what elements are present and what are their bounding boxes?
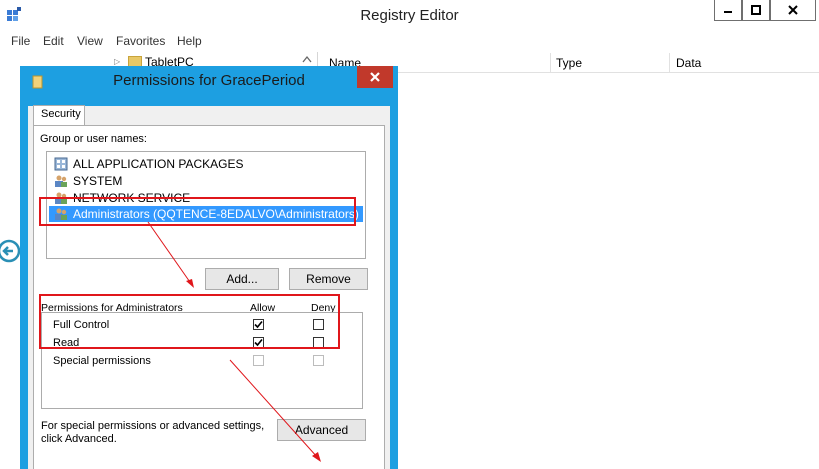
annotation-arrow	[229, 359, 319, 459]
annotation-arrow	[147, 221, 193, 286]
annotation-arrows	[147, 221, 321, 462]
arrow-head-icon	[186, 279, 194, 288]
